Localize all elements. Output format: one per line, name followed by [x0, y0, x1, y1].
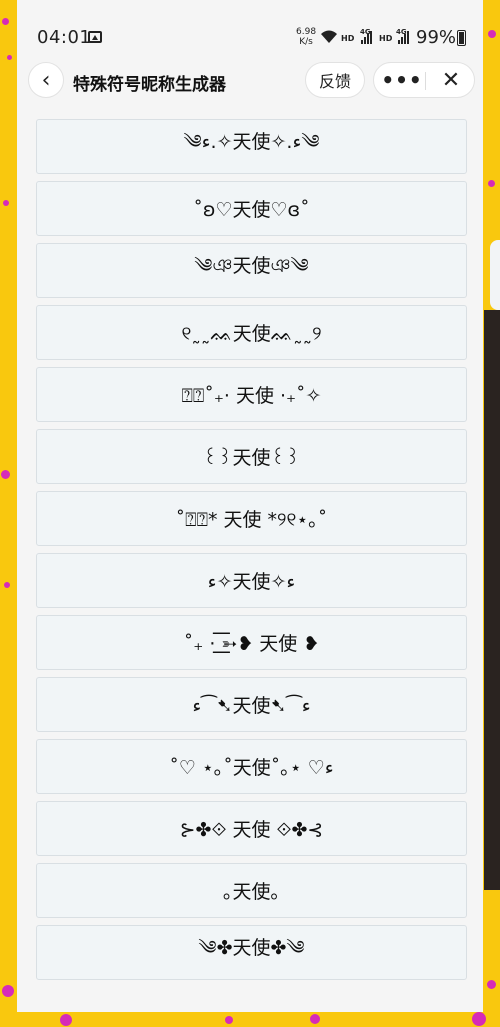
nickname-list: ༄ء.✧天使✧.ء༄ ˚ʚ♡天使♡ɞ˚ ༄ঞ天使ঞ༄ ୧˷˷ᨐ天使ᨐ˷˷୨ ⍰⍰… [36, 119, 467, 987]
nickname-item[interactable]: ꒰꒱天使꒰꒱ [36, 429, 467, 484]
bg-dot [7, 55, 12, 60]
bg-dot [3, 200, 9, 206]
battery-level: 99% [416, 27, 457, 48]
bg-dot [1, 470, 10, 479]
close-icon[interactable]: ✕ [430, 63, 472, 97]
mini-program-capsule: ••• ✕ [373, 62, 475, 98]
bg-dot [488, 180, 495, 187]
status-bar: 04:01 6.98 K/s HD 4G HD 4G 99% [17, 0, 483, 62]
background-photo-strip [484, 310, 500, 890]
network-speed: 6.98 K/s [296, 27, 317, 47]
app-screen: 04:01 6.98 K/s HD 4G HD 4G 99% ‹ 特殊符号昵称生… [17, 0, 483, 1012]
bg-dot [2, 985, 14, 997]
signal-bars-icon [361, 30, 375, 44]
bg-dot [487, 980, 496, 989]
wifi-icon [320, 30, 338, 48]
capsule-divider [425, 72, 426, 90]
nickname-item[interactable]: ˚⍰⍰* 天使 *୨୧⋆｡˚ [36, 491, 467, 546]
nickname-item[interactable]: ༄ء.✧天使✧.ء༄ [36, 119, 467, 174]
nav-bar: ‹ 特殊符号昵称生成器 反馈 ••• ✕ [17, 62, 483, 102]
nickname-item[interactable]: ༄✤天使✤༄ [36, 925, 467, 980]
hd-label: HD [379, 34, 393, 43]
nickname-item[interactable]: ｡天使｡ [36, 863, 467, 918]
image-notification-icon [88, 31, 102, 43]
nickname-item[interactable]: ୧˷˷ᨐ天使ᨐ˷˷୨ [36, 305, 467, 360]
nickname-item[interactable]: ء✧天使✧ء [36, 553, 467, 608]
nickname-item[interactable]: ⊱✤⟐ 天使 ⟐✤⊰ [36, 801, 467, 856]
nickname-item[interactable]: ༄ঞ天使ঞ༄ [36, 243, 467, 298]
nickname-item[interactable]: ء⁀➷天使➷⁀ء [36, 677, 467, 732]
page-title: 特殊符号昵称生成器 [73, 75, 226, 95]
nickname-item[interactable]: ˚ʚ♡天使♡ɞ˚ [36, 181, 467, 236]
back-button[interactable]: ‹ [28, 62, 64, 98]
nickname-item[interactable]: ⍰⍰˚₊· 天使 ·₊˚✧ [36, 367, 467, 422]
hd-label: HD [341, 34, 355, 43]
more-icon[interactable]: ••• [381, 63, 422, 97]
bg-dot [488, 30, 496, 38]
feedback-button[interactable]: 反馈 [305, 62, 365, 98]
bg-dot [472, 1012, 486, 1026]
chevron-left-icon: ‹ [41, 67, 51, 93]
bg-dot [4, 582, 10, 588]
battery-icon [457, 30, 466, 46]
bg-dot [310, 1014, 320, 1024]
nickname-item[interactable]: ˚₊ · ͟͟͞͞➳❥ 天使 ❥ [36, 615, 467, 670]
bg-dot [225, 1016, 233, 1024]
signal-bars-icon [398, 30, 412, 44]
bg-dot [60, 1014, 72, 1026]
clock: 04:01 [37, 27, 92, 48]
nickname-item[interactable]: ˚♡ ⋆｡˚天使˚｡⋆ ♡ء [36, 739, 467, 794]
bg-dot [2, 18, 9, 25]
background-card-edge [490, 240, 500, 310]
